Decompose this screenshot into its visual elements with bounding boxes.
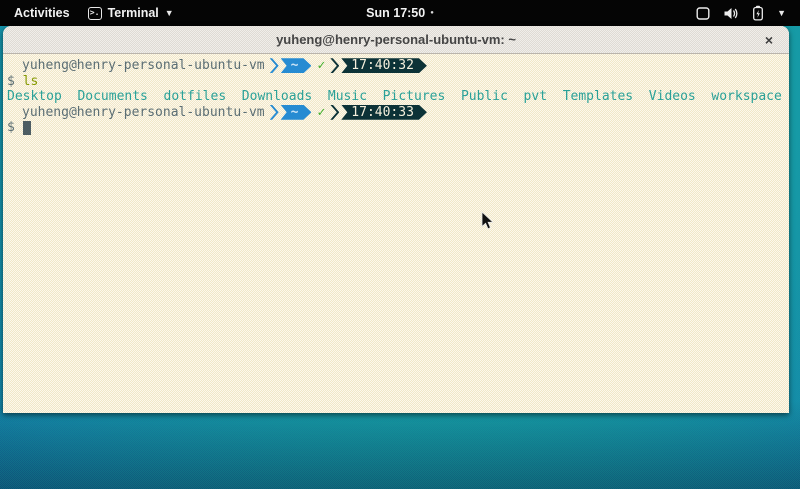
screen-icon bbox=[696, 6, 710, 21]
battery-charging-icon bbox=[752, 5, 764, 21]
terminal-icon: >. bbox=[88, 7, 102, 20]
chevron-down-icon: ▼ bbox=[165, 9, 174, 18]
terminal-content[interactable]: yuheng@henry-personal-ubuntu-vm ~ ✓ 17:4… bbox=[3, 54, 789, 413]
system-status-area[interactable]: ▼ bbox=[696, 5, 800, 21]
prompt-line: yuheng@henry-personal-ubuntu-vm ~ ✓ 17:4… bbox=[7, 105, 789, 121]
command-text: ls bbox=[23, 74, 39, 90]
clock-label: Sun 17:50 bbox=[366, 6, 425, 20]
window-title: yuheng@henry-personal-ubuntu-vm: ~ bbox=[276, 32, 516, 47]
status-check-icon: ✓ bbox=[317, 58, 325, 74]
command-line: $ ls bbox=[7, 74, 789, 90]
top-panel: Activities >. Terminal ▼ Sun 17:50 ● ▼ bbox=[0, 0, 800, 26]
powerline-chevron-icon bbox=[270, 105, 279, 120]
prompt-path-segment: ~ bbox=[281, 105, 312, 120]
prompt-time-segment: 17:40:33 bbox=[341, 105, 427, 120]
prompt-symbol: $ bbox=[7, 74, 15, 90]
prompt-time: 17:40:32 bbox=[351, 58, 414, 74]
spacer bbox=[15, 120, 23, 136]
activities-button[interactable]: Activities bbox=[10, 6, 74, 20]
prompt-user-host: yuheng@henry-personal-ubuntu-vm bbox=[22, 105, 265, 121]
panel-left: Activities >. Terminal ▼ bbox=[0, 6, 174, 20]
prompt-line: yuheng@henry-personal-ubuntu-vm ~ ✓ 17:4… bbox=[7, 58, 789, 74]
chevron-down-icon: ▼ bbox=[777, 9, 786, 18]
prompt-symbol: $ bbox=[7, 120, 15, 136]
volume-icon bbox=[723, 6, 739, 21]
app-menu-label: Terminal bbox=[108, 6, 159, 20]
prompt-time-segment: 17:40:32 bbox=[341, 58, 427, 73]
close-button[interactable]: × bbox=[759, 26, 779, 54]
prompt-path-segment: ~ bbox=[281, 58, 312, 73]
app-menu[interactable]: >. Terminal ▼ bbox=[88, 6, 174, 20]
spacer bbox=[15, 74, 23, 90]
prompt-time: 17:40:33 bbox=[351, 105, 414, 121]
input-line[interactable]: $ bbox=[7, 120, 789, 136]
titlebar[interactable]: yuheng@henry-personal-ubuntu-vm: ~ × bbox=[3, 26, 789, 54]
notification-dot: ● bbox=[430, 10, 434, 16]
powerline-chevron-icon bbox=[330, 58, 339, 73]
status-check-icon: ✓ bbox=[317, 105, 325, 121]
text-cursor bbox=[23, 121, 31, 135]
terminal-window: yuheng@henry-personal-ubuntu-vm: ~ × yuh… bbox=[3, 26, 789, 413]
powerline-chevron-icon bbox=[330, 105, 339, 120]
ls-output: Desktop Documents dotfiles Downloads Mus… bbox=[7, 89, 789, 105]
prompt-user-host: yuheng@henry-personal-ubuntu-vm bbox=[22, 58, 265, 74]
clock-button[interactable]: Sun 17:50 ● bbox=[366, 6, 434, 20]
prompt-path: ~ bbox=[291, 105, 299, 121]
powerline-chevron-icon bbox=[270, 58, 279, 73]
prompt-path: ~ bbox=[291, 58, 299, 74]
